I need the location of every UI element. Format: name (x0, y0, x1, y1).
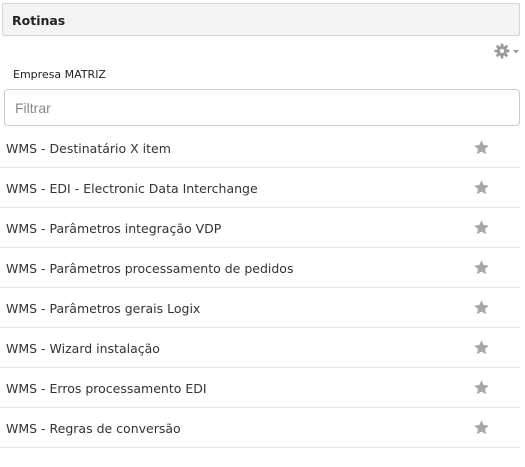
routine-label[interactable]: WMS - EDI - Electronic Data Interchange (6, 181, 258, 196)
routine-list: WMS - Destinatário X item WMS - EDI - El… (0, 128, 521, 448)
routine-item[interactable]: WMS - Wizard instalação (0, 328, 521, 368)
favorite-button[interactable] (473, 339, 490, 356)
star-icon (474, 300, 489, 315)
gear-icon (494, 43, 519, 59)
filter-input[interactable] (4, 89, 520, 126)
routine-item[interactable]: WMS - Regras de conversão (0, 408, 521, 448)
routine-item[interactable]: WMS - Parâmetros gerais Logix (0, 288, 521, 328)
panel-header: Rotinas (2, 3, 520, 36)
routine-item[interactable]: WMS - Destinatário X item (0, 128, 521, 168)
star-icon (474, 340, 489, 355)
star-icon (474, 420, 489, 435)
routine-label[interactable]: WMS - Destinatário X item (6, 141, 171, 156)
routine-item[interactable]: WMS - Erros processamento EDI (0, 368, 521, 408)
favorite-button[interactable] (473, 139, 490, 156)
routine-label[interactable]: WMS - Erros processamento EDI (6, 381, 207, 396)
routine-label[interactable]: WMS - Parâmetros gerais Logix (6, 301, 200, 316)
routine-item[interactable]: WMS - Parâmetros integração VDP (0, 208, 521, 248)
routine-item[interactable]: WMS - EDI - Electronic Data Interchange (0, 168, 521, 208)
routine-label[interactable]: WMS - Wizard instalação (6, 341, 160, 356)
star-icon (474, 140, 489, 155)
caret-down-icon (513, 50, 519, 54)
favorite-button[interactable] (473, 419, 490, 436)
routine-item[interactable]: WMS - Parâmetros processamento de pedido… (0, 248, 521, 288)
star-icon (474, 180, 489, 195)
favorite-button[interactable] (473, 379, 490, 396)
star-icon (474, 220, 489, 235)
settings-menu-button[interactable] (494, 43, 522, 59)
panel-title: Rotinas (12, 13, 66, 28)
favorite-button[interactable] (473, 179, 490, 196)
favorite-button[interactable] (473, 219, 490, 236)
star-icon (474, 260, 489, 275)
routine-label[interactable]: WMS - Regras de conversão (6, 421, 181, 436)
favorite-button[interactable] (473, 259, 490, 276)
routine-label[interactable]: WMS - Parâmetros processamento de pedido… (6, 261, 293, 276)
routine-label[interactable]: WMS - Parâmetros integração VDP (6, 221, 221, 236)
company-label: Empresa MATRIZ (13, 68, 106, 81)
routines-panel: Rotinas Empresa MATRIZ WMS - Destinatári… (0, 0, 525, 467)
favorite-button[interactable] (473, 299, 490, 316)
star-icon (474, 380, 489, 395)
